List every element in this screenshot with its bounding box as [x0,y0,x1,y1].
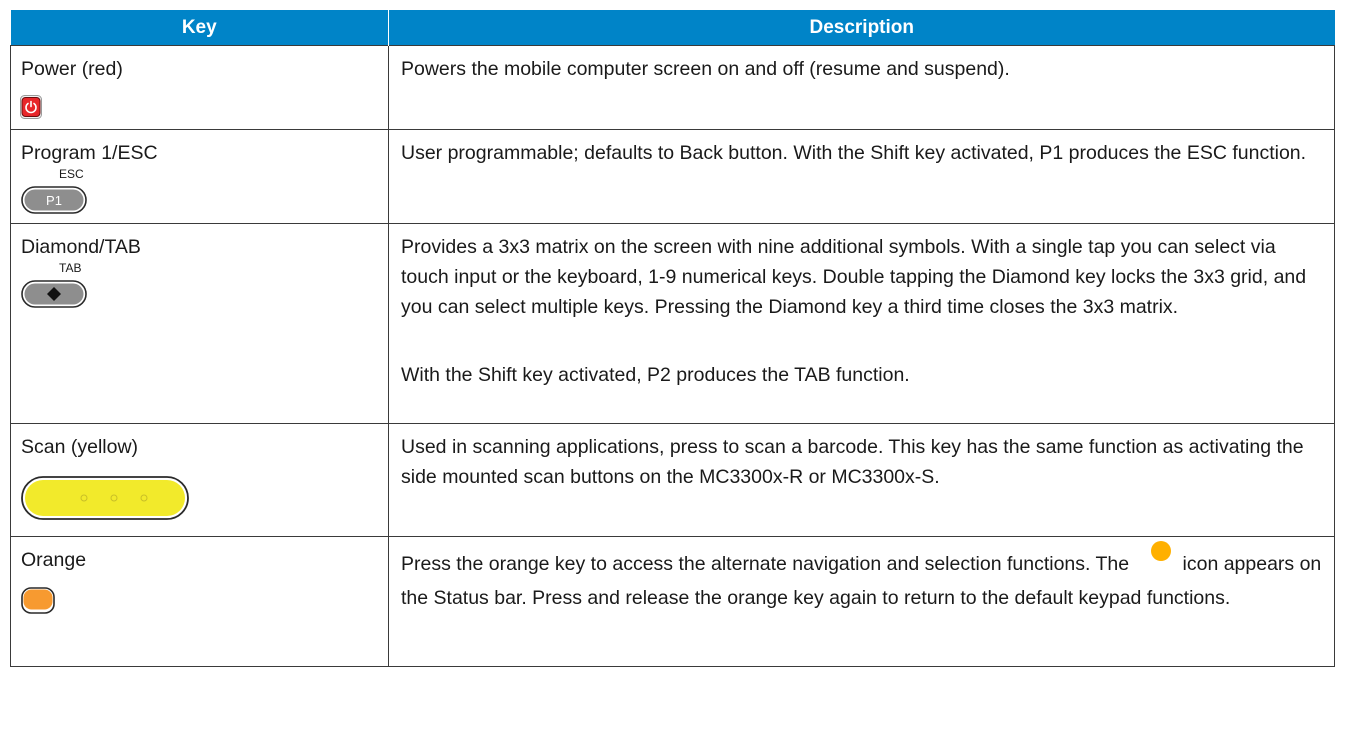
key-description-table: Key Description Power (red) Powers the m… [10,10,1335,667]
description-cell: Used in scanning applications, press to … [388,423,1335,537]
key-cell: Power (red) [10,45,389,130]
description-text: Powers the mobile computer screen on and… [401,58,1010,80]
table-row: Power (red) Powers the mobile computer s… [10,45,1335,130]
diamond-key-icon: TAB [21,262,93,314]
tab-label: TAB [59,261,82,275]
key-cell: Program 1/ESC ESC P1 [10,129,389,224]
key-name: Diamond/TAB [21,236,141,258]
key-name: Power (red) [21,58,123,80]
description-text: Provides a 3x3 matrix on the screen with… [401,236,1307,318]
p1-key-icon: ESC P1 [21,168,93,220]
esc-label: ESC [59,167,84,181]
description-text: User programmable; defaults to Back butt… [401,142,1307,164]
p1-key-text: P1 [46,193,62,208]
key-cell: Scan (yellow) [10,423,389,537]
description-text-before: Press the orange key to access the alter… [401,553,1130,575]
description-text: With the Shift key activated, P2 produce… [401,364,910,386]
header-description: Description [388,10,1335,46]
table-row: Orange Press the orange key to access th… [10,536,1335,667]
description-cell: Press the orange key to access the alter… [388,536,1335,667]
table-row: Diamond/TAB TAB Provides a 3x3 matrix on… [10,223,1335,424]
table-row: Scan (yellow) Used in scanning applicati… [10,423,1335,537]
power-key-icon [20,95,378,128]
table-row: Program 1/ESC ESC P1 User programmable; … [10,129,1335,224]
scan-key-icon [21,476,378,529]
key-name: Program 1/ESC [21,142,158,164]
description-cell: User programmable; defaults to Back butt… [388,129,1335,224]
table-header-row: Key Description [10,10,1335,46]
description-text: Press the orange key to access the alter… [401,540,1324,615]
description-cell: Powers the mobile computer screen on and… [388,45,1335,130]
key-name: Scan (yellow) [21,436,139,458]
description-cell: Provides a 3x3 matrix on the screen with… [388,223,1335,424]
orange-key-icon [21,587,378,624]
header-key: Key [10,10,389,46]
key-cell: Diamond/TAB TAB [10,223,389,424]
key-cell: Orange [10,536,389,667]
orange-status-dot-icon [1150,540,1171,561]
key-name: Orange [21,549,87,571]
description-text: Used in scanning applications, press to … [401,436,1304,488]
